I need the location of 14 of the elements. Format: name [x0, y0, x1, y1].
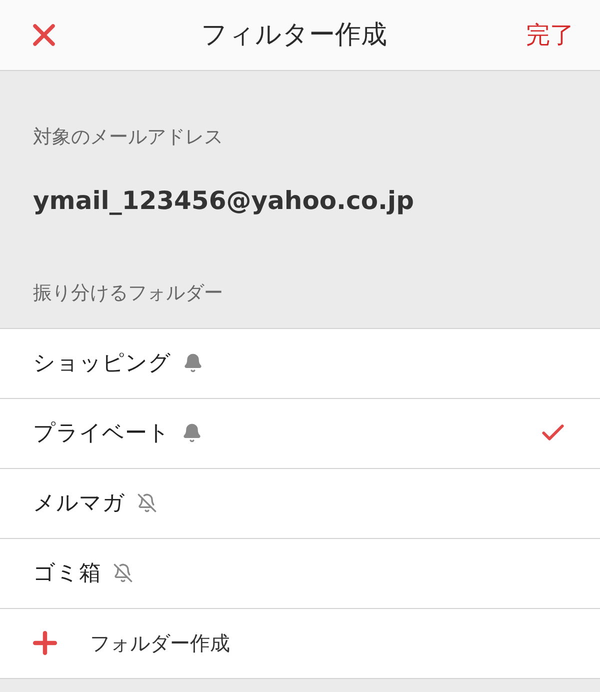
- folder-item[interactable]: プライベート: [0, 398, 600, 468]
- create-folder-label: フォルダー作成: [90, 630, 230, 657]
- folder-name: プライベート: [33, 420, 170, 448]
- folder-item[interactable]: メルマガ: [0, 468, 600, 538]
- folder-item[interactable]: ゴミ箱: [0, 538, 600, 608]
- folder-name: メルマガ: [33, 490, 125, 518]
- page-title: フィルター作成: [201, 18, 387, 52]
- section-label: 対象のメールアドレス: [33, 125, 224, 150]
- section-label: 振り分けるフォルダー: [33, 281, 224, 306]
- done-button[interactable]: 完了: [526, 17, 574, 53]
- email-address: ymail_123456@yahoo.co.jp: [33, 184, 415, 217]
- folder-name: ショッピング: [33, 350, 171, 378]
- create-folder-item[interactable]: フォルダー作成: [0, 608, 600, 678]
- folder-name: ゴミ箱: [33, 560, 101, 588]
